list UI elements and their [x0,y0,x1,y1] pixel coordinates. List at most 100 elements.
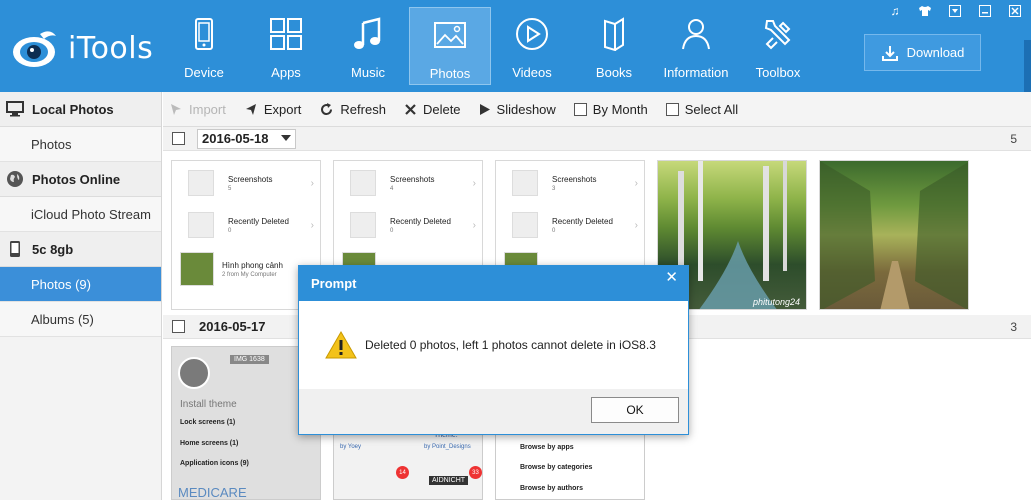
album-count: 3 [552,185,556,192]
dialog-title-bar: Prompt ✕ [299,266,688,301]
phone-icon [6,240,24,258]
app-name: iTools [68,30,154,66]
main-nav: Device Apps Music Photos Videos Books In… [163,7,819,85]
itools-logo-icon [10,26,62,70]
download-label: Download [906,45,965,60]
import-button[interactable]: Import [169,102,226,117]
sidebar-section-local-photos[interactable]: Local Photos [0,92,161,127]
chevron-right-icon: › [472,219,476,231]
screenshot-text: Browse by apps [520,444,574,451]
sidebar-section-device[interactable]: 5c 8gb [0,232,161,267]
list-item: Recently Deleted 0 › [496,207,644,243]
watermark-text: phitutong24 [752,297,800,307]
screenshot-text: by Point_Designs [424,444,471,450]
photo-thumbnail[interactable]: Browse by apps Browse by categories Brow… [495,427,645,500]
tab-device[interactable]: Device [163,7,245,85]
screenshot-header: IMG 1638 [230,355,269,364]
app-logo: iTools [10,26,153,70]
minimize-icon[interactable] [977,4,993,18]
trash-icon [512,212,538,238]
date-group-header: 2016-05-18 5 [163,127,1031,151]
tab-apps[interactable]: Apps [245,7,327,85]
slideshow-button[interactable]: Slideshow [479,102,556,117]
tab-videos[interactable]: Videos [491,7,573,85]
screenshot-text: Install theme [180,399,237,410]
group-checkbox[interactable] [172,320,185,333]
tab-music[interactable]: Music [327,7,409,85]
export-icon [245,104,256,115]
tab-label: Videos [512,65,552,80]
album-sub: 2 from My Computer [222,271,277,278]
date-dropdown[interactable]: 2016-05-18 [197,128,296,149]
music-note-icon[interactable]: ♫ [887,4,903,18]
checkbox-icon [665,102,679,116]
dropdown-menu-icon[interactable] [947,4,963,18]
badge: 14 [396,466,409,479]
group-date: 2016-05-18 [202,131,269,146]
item-label: Photos (9) [31,276,91,292]
screenshot-text: AIDNICHT [429,476,469,485]
chevron-right-icon: › [310,219,314,231]
screenshot-text: Browse by categories [520,464,593,471]
slideshow-label: Slideshow [496,101,556,117]
tab-photos[interactable]: Photos [409,7,491,85]
album-label: Screenshots [390,174,435,184]
album-thumb [512,170,538,196]
album-count: 5 [228,185,232,192]
badge: 33 [469,466,482,479]
group-count: 3 [1010,319,1017,334]
photo-thumbnail-tree-lane[interactable] [819,160,969,310]
tab-label: Toolbox [755,65,801,80]
sidebar-item-photos[interactable]: Photos [0,127,161,162]
trash-icon [350,212,376,238]
download-button[interactable]: Download [864,34,981,71]
tab-label: Apps [271,65,301,80]
tab-toolbox[interactable]: Toolbox [737,7,819,85]
close-icon[interactable] [1007,4,1023,18]
tab-label: Information [663,65,729,80]
delete-x-icon [405,103,416,115]
warning-icon [325,331,357,359]
trash-icon [188,212,214,238]
tab-information[interactable]: Information [655,7,737,85]
album-thumb [350,170,376,196]
close-icon[interactable]: ✕ [665,268,678,286]
tab-books[interactable]: Books [573,7,655,85]
screenshot-text: Application icons (9) [180,460,249,467]
play-circle-icon [516,18,548,50]
delete-button[interactable]: Delete [404,102,461,117]
ok-label: OK [626,403,644,417]
album-label: Screenshots [228,174,273,184]
select-all-label: Select All [684,101,739,117]
album-label: Recently Deleted [552,216,613,226]
album-label: Screenshots [552,174,597,184]
list-item: Recently Deleted 0 › [172,207,320,243]
refresh-button[interactable]: Refresh [319,102,386,117]
screenshot-text: MEDICARE [178,485,247,500]
group-checkbox[interactable] [172,132,185,145]
list-item: Recently Deleted 0 › [334,207,482,243]
itools-window: iTools Device Apps Music Photos Videos B… [0,0,1031,500]
album-count: 0 [390,227,394,234]
album-thumb [188,170,214,196]
import-label: Import [189,101,226,117]
select-all-checkbox[interactable]: Select All [665,101,739,117]
chevron-right-icon: › [310,177,314,189]
ok-button[interactable]: OK [591,397,679,423]
sidebar-item-albums[interactable]: Albums (5) [0,302,161,337]
sidebar-section-photos-online[interactable]: Photos Online [0,162,161,197]
sidebar-item-device-photos[interactable]: Photos (9) [0,267,161,302]
photo-thumbnail[interactable]: by Yoey Theme. by Point_Designs 14 33 AI… [333,427,483,500]
delete-label: Delete [422,101,461,117]
section-label: Local Photos [32,101,114,117]
album-label: Recently Deleted [228,216,289,226]
chevron-right-icon: › [634,219,638,231]
export-button[interactable]: Export [244,102,301,117]
by-month-checkbox[interactable]: By Month [573,102,648,117]
window-controls: ♫ [887,4,1023,18]
tree-lane-image [820,161,968,309]
sidebar: Local Photos Photos Photos Online iCloud… [0,92,162,500]
sidebar-item-icloud[interactable]: iCloud Photo Stream [0,197,161,232]
tshirt-skin-icon[interactable] [917,4,933,18]
dialog-message: Deleted 0 photos, left 1 photos cannot d… [365,338,656,352]
